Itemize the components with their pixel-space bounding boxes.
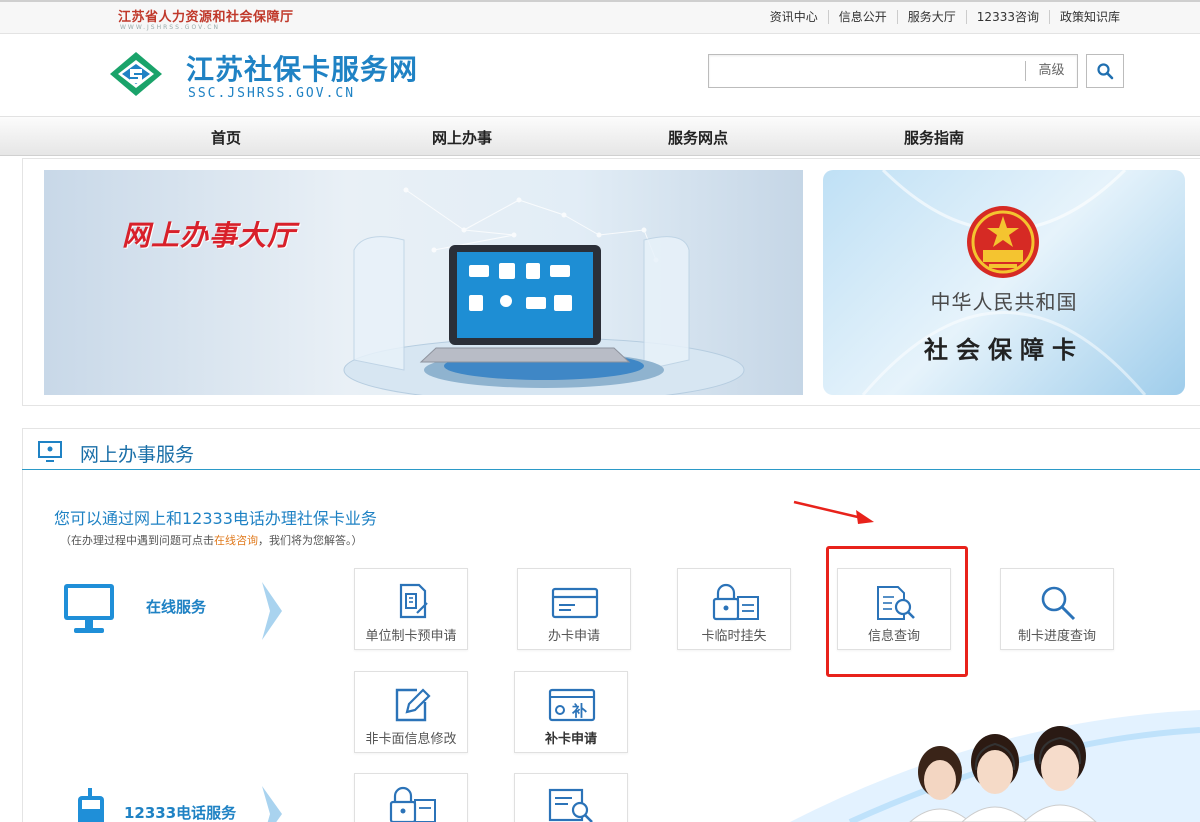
online-service-header: [22, 428, 1200, 470]
card-icon: [551, 587, 599, 619]
site-title[interactable]: 江苏社保卡服务网: [186, 48, 418, 88]
top-link-disclosure[interactable]: 信息公开: [827, 10, 897, 24]
phone-service-label: 12333电话服务: [124, 804, 237, 822]
tile-label: 单位制卡预申请: [365, 629, 457, 644]
tile-label: 补卡申请: [544, 732, 597, 747]
reissue-badge: 补: [571, 702, 587, 720]
computer-icon: [64, 584, 114, 633]
service-note: （在办理过程中遇到问题可点击在线咨询，我们将为您解答。）: [60, 532, 363, 548]
laptop-illustration-icon: [343, 187, 745, 395]
tile-non-card-info-edit[interactable]: 非卡面信息修改: [354, 671, 468, 753]
top-link-12333[interactable]: 12333咨询: [965, 10, 1049, 24]
department-url: WWW.JSHRSS.GOV.CN: [120, 24, 220, 31]
building-form-icon: [399, 583, 428, 619]
monitor-icon: [38, 441, 62, 462]
tile-label: 卡临时挂失: [701, 629, 767, 644]
magnifier-icon: [1041, 586, 1076, 621]
tile-label: 制卡进度查询: [1017, 629, 1096, 644]
top-link-policy[interactable]: 政策知识库: [1048, 10, 1130, 24]
card-country-text: 中华人民共和国: [930, 290, 1078, 314]
online-service-label: 在线服务: [146, 598, 207, 616]
tile-phone-info-query[interactable]: [514, 773, 628, 822]
nav-service-points[interactable]: 服务网点: [668, 127, 728, 148]
tile-card-reissue[interactable]: 补 补卡申请: [514, 671, 628, 753]
main-nav: 首页 网上办事 服务网点 服务指南: [0, 116, 1200, 156]
top-link-news[interactable]: 资讯中心: [760, 10, 828, 24]
service-intro: 您可以通过网上和12333电话办理社保卡业务: [54, 509, 377, 528]
tile-label: 办卡申请: [547, 629, 600, 644]
site-domain: SSC.JSHRSS.GOV.CN: [188, 86, 356, 101]
page: 江苏省人力资源和社会保障厅 WWW.JSHRSS.GOV.CN 资讯中心 信息公…: [0, 0, 1200, 822]
nav-online-services[interactable]: 网上办事: [432, 127, 492, 148]
phone-icon: [78, 788, 104, 822]
reissue-card-icon: 补: [548, 688, 596, 722]
top-link-service-hall[interactable]: 服务大厅: [896, 10, 966, 24]
nav-home[interactable]: 首页: [211, 127, 241, 148]
customer-service-staff-icon: [790, 710, 1200, 822]
online-hall-banner[interactable]: 网上办事大厅: [44, 170, 803, 395]
tile-label: 非卡面信息修改: [365, 732, 457, 747]
chevron-right-icon: [262, 786, 282, 822]
tile-card-apply[interactable]: 办卡申请: [517, 568, 631, 650]
search-input[interactable]: [711, 57, 1021, 85]
edit-icon: [395, 688, 431, 722]
chevron-right-icon: [262, 582, 282, 640]
service-note-suffix: ，我们将为您解答。）: [258, 534, 363, 547]
tile-phone-loss-report[interactable]: [354, 773, 468, 822]
card-name-text: 社会保障卡: [924, 335, 1084, 364]
document-search-icon: [548, 788, 593, 822]
online-consult-link[interactable]: 在线咨询: [214, 534, 258, 547]
department-name[interactable]: 江苏省人力资源和社会保障厅: [118, 6, 294, 25]
lock-card-icon: [389, 786, 436, 822]
site-logo-icon[interactable]: [108, 50, 164, 98]
nav-service-guide[interactable]: 服务指南: [904, 127, 964, 148]
tile-temporary-loss-report[interactable]: 卡临时挂失: [677, 568, 791, 650]
top-bar: 江苏省人力资源和社会保障厅 WWW.JSHRSS.GOV.CN 资讯中心 信息公…: [0, 0, 1200, 34]
lock-card-icon: [712, 583, 759, 621]
tile-unit-card-preapply[interactable]: 单位制卡预申请: [354, 568, 468, 650]
advanced-search-link[interactable]: 高级: [1025, 61, 1077, 81]
search-button[interactable]: [1086, 54, 1124, 88]
tile-card-progress-query[interactable]: 制卡进度查询: [1000, 568, 1114, 650]
top-links: 资讯中心 信息公开 服务大厅 12333咨询 政策知识库: [760, 10, 1130, 24]
highlight-box-annotation: [826, 546, 968, 677]
social-security-card-banner[interactable]: 中华人民共和国 社会保障卡: [823, 170, 1185, 395]
search-icon: [1097, 63, 1114, 80]
search-box: 高级: [708, 54, 1078, 88]
site-header: 江苏社保卡服务网 SSC.JSHRSS.GOV.CN 高级: [0, 34, 1200, 116]
online-service-title: 网上办事服务: [80, 444, 195, 466]
service-note-prefix: （在办理过程中遇到问题可点击: [60, 534, 214, 547]
red-arrow-annotation-icon: [793, 500, 874, 524]
